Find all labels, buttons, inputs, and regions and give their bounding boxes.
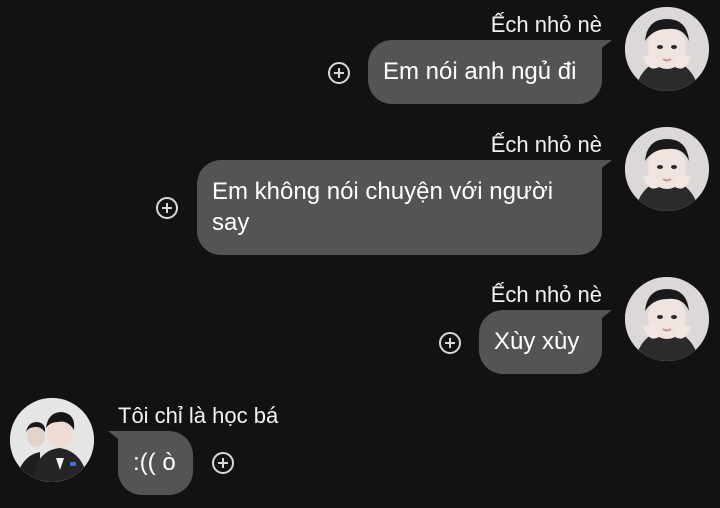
avatar-image <box>10 398 94 482</box>
avatar[interactable] <box>10 398 94 482</box>
add-reaction-icon[interactable] <box>439 332 461 354</box>
sender-name: Ếch nhỏ nè <box>490 12 602 37</box>
message-text: Xùy xùy <box>494 328 580 355</box>
sender-name: Ếch nhỏ nè <box>490 282 602 307</box>
message-text: Em không nói chuyện với người say <box>212 178 554 236</box>
avatar-image <box>625 127 709 211</box>
add-reaction-icon[interactable] <box>212 452 234 474</box>
message-bubble[interactable]: :(( ò <box>108 431 193 495</box>
message-bubble[interactable]: Em nói anh ngủ đi <box>368 40 612 104</box>
avatar[interactable] <box>625 7 709 91</box>
avatar[interactable] <box>625 127 709 211</box>
add-reaction-icon[interactable] <box>156 197 178 219</box>
avatar-image <box>625 7 709 91</box>
message-text: :(( ò <box>133 449 176 476</box>
sender-name: Tôi chỉ là học bá <box>118 403 279 428</box>
message-text: Em nói anh ngủ đi <box>383 58 577 85</box>
add-reaction-icon[interactable] <box>328 62 350 84</box>
chat-thread: Ếch nhỏ nè Em nói anh ngủ đi Ếch nhỏ nè <box>0 0 720 508</box>
avatar[interactable] <box>625 277 709 361</box>
message-bubble[interactable]: Xùy xùy <box>479 310 612 374</box>
message-bubble[interactable]: Em không nói chuyện với người say <box>197 160 612 255</box>
avatar-image <box>625 277 709 361</box>
sender-name: Ếch nhỏ nè <box>490 132 602 157</box>
